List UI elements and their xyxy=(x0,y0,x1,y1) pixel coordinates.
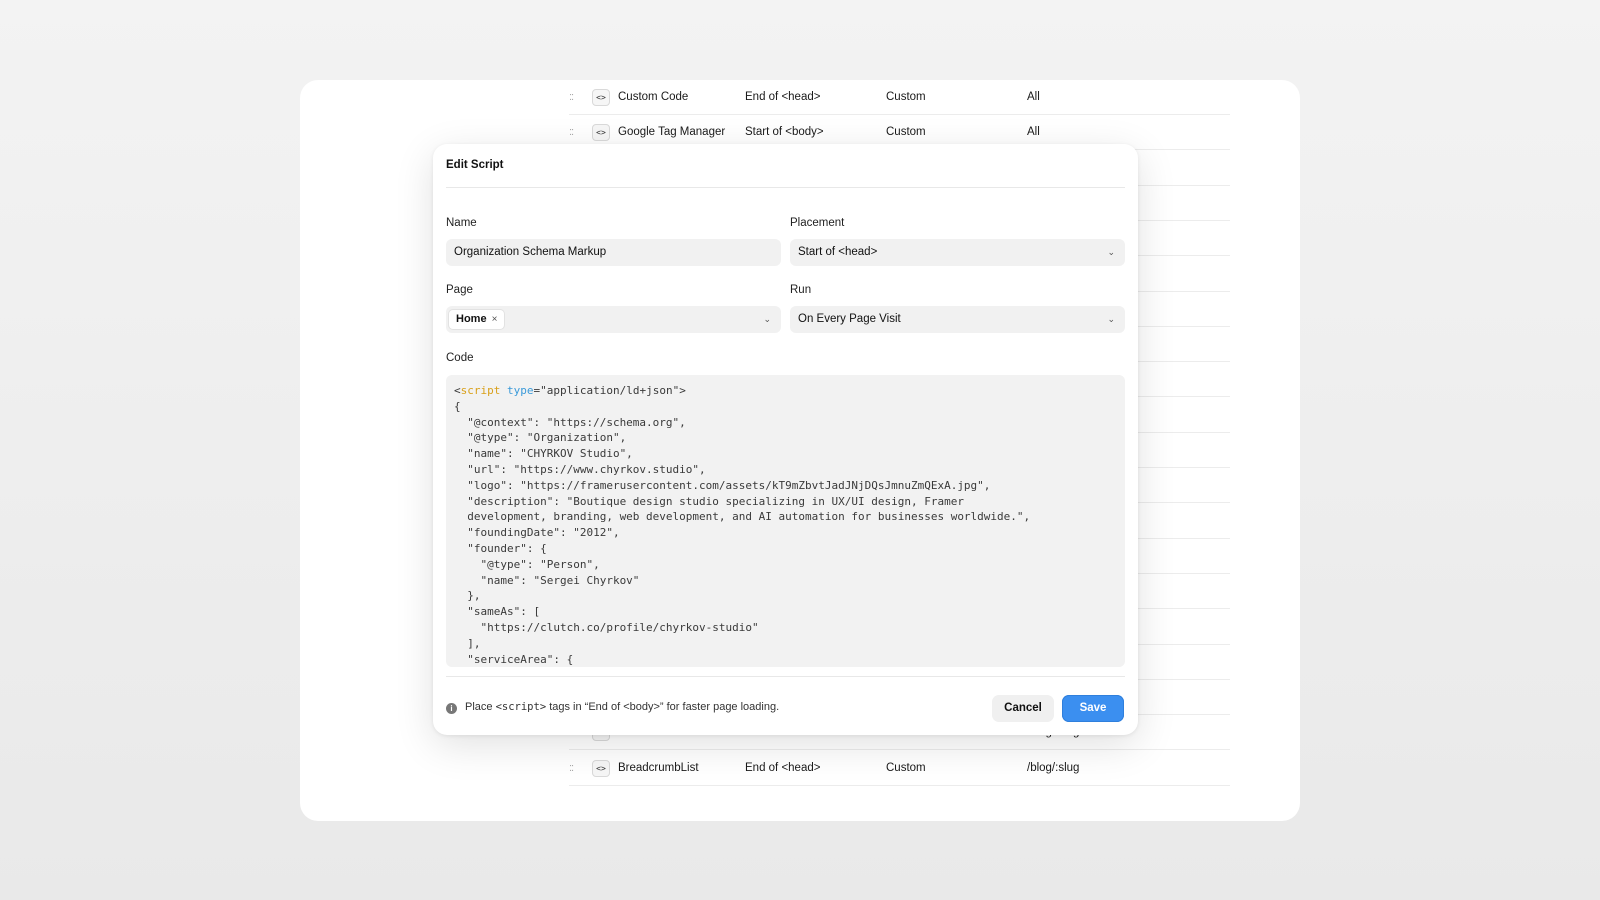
code-icon: <> xyxy=(592,124,610,142)
script-name: Custom Code xyxy=(618,91,689,103)
code-label: Code xyxy=(446,352,474,364)
page-chip-label: Home xyxy=(456,313,487,325)
code-line: "@type": "Organization", xyxy=(454,431,627,445)
cancel-button[interactable]: Cancel xyxy=(992,695,1054,722)
script-placement: End of <head> xyxy=(745,91,821,103)
code-line: "https://clutch.co/profile/chyrkov-studi… xyxy=(454,620,759,634)
drag-handle-icon[interactable]: :: xyxy=(569,751,583,786)
code-line: "description": "Boutique design studio s… xyxy=(454,494,964,508)
footer-divider xyxy=(446,676,1125,677)
script-placement: End of <head> xyxy=(745,761,821,774)
page-label: Page xyxy=(446,284,473,296)
table-row[interactable]: ::<> BreadcrumbList End of <head> Custom/bl… xyxy=(569,751,1230,786)
placement-label: Placement xyxy=(790,217,845,229)
name-input-value: Organization Schema Markup xyxy=(454,246,607,258)
page-chip-home: Home × xyxy=(449,310,505,329)
code-line: "founder": { xyxy=(454,541,547,555)
code-line: "serviceArea": { xyxy=(454,652,574,666)
header-divider xyxy=(446,187,1125,188)
chevron-down-icon: ⌄ xyxy=(1107,314,1115,324)
code-line: "name": "Sergei Chyrkov" xyxy=(454,573,640,587)
code-line: "logo": "https://framerusercontent.com/a… xyxy=(454,478,991,492)
code-line: ], xyxy=(454,636,481,650)
code-line: "name": "CHYRKOV Studio", xyxy=(454,447,633,461)
script-run: Custom xyxy=(886,761,926,774)
code-icon: <> xyxy=(592,89,610,106)
code-line: "sameAs": [ xyxy=(454,605,541,619)
code-line: development, branding, web development, … xyxy=(454,510,1031,524)
save-button[interactable]: Save xyxy=(1062,695,1124,722)
edit-script-dialog: Edit Script Name Organization Schema Mar… xyxy=(433,144,1138,735)
placement-select[interactable]: Start of <head> ⌄ xyxy=(790,239,1125,266)
script-name: BreadcrumbList xyxy=(618,761,699,774)
info-icon: i xyxy=(446,703,457,714)
code-line: }, xyxy=(454,589,481,603)
code-line: <script type="application/ld+json"> xyxy=(454,384,686,397)
drag-handle-icon[interactable]: :: xyxy=(569,80,583,115)
page-select[interactable]: Home × ⌄ xyxy=(446,306,781,333)
run-select[interactable]: On Every Page Visit ⌄ xyxy=(790,306,1125,333)
code-icon: <> xyxy=(592,759,610,777)
code-line: { xyxy=(454,399,461,413)
script-page: /blog/:slug xyxy=(1027,761,1080,774)
script-page: All xyxy=(1027,91,1040,103)
code-line: "@type": "Person", xyxy=(454,557,600,571)
code-line: "foundingDate": "2012", xyxy=(454,526,620,540)
code-line: "url": "https://www.chyrkov.studio", xyxy=(454,462,706,476)
run-select-value: On Every Page Visit xyxy=(798,313,901,325)
remove-chip-icon[interactable]: × xyxy=(492,314,498,325)
dialog-title: Edit Script xyxy=(446,159,504,171)
chevron-down-icon: ⌄ xyxy=(763,314,771,324)
run-label: Run xyxy=(790,284,812,296)
script-run: Custom xyxy=(886,91,926,103)
placement-select-value: Start of <head> xyxy=(798,246,878,258)
code-editor[interactable]: <script type="application/ld+json"> { "@… xyxy=(446,375,1125,667)
name-input[interactable]: Organization Schema Markup xyxy=(446,239,781,266)
name-label: Name xyxy=(446,217,477,229)
table-row[interactable]: :: <> Custom Code End of <head> Custom All xyxy=(569,80,1230,115)
footer-hint: i Place <script> tags in “End of <body>” … xyxy=(446,701,779,714)
chevron-down-icon: ⌄ xyxy=(1107,247,1115,257)
code-line: "@context": "https://schema.org", xyxy=(454,415,686,429)
